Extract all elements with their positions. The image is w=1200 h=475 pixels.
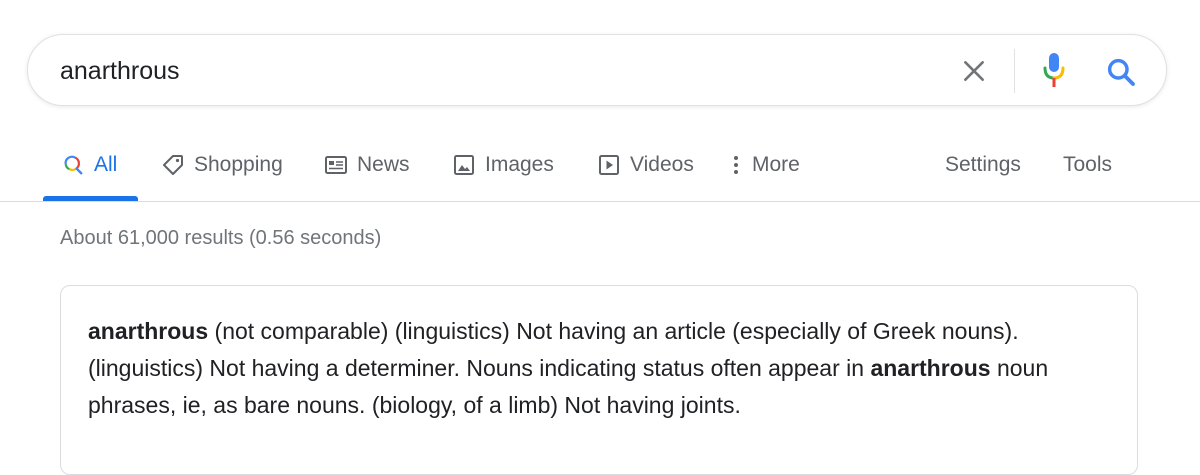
tab-more[interactable]: More [730,150,800,180]
tab-videos-label: Videos [630,153,694,176]
close-icon [964,61,984,81]
play-icon [596,152,622,178]
magnifier-icon [1107,58,1135,86]
microphone-icon [1043,53,1065,87]
tab-images[interactable]: Images [451,150,554,180]
result-stats: About 61,000 results (0.56 seconds) [60,227,382,249]
tab-tools-label: Tools [1063,153,1113,176]
tab-news-label: News [357,153,410,176]
definition-card: anarthrous (not comparable) (linguistics… [60,285,1138,475]
tab-all[interactable]: All [60,150,117,180]
tab-shopping-label: Shopping [194,153,283,176]
search-tabs: All Shopping News Images Videos More Set… [0,140,1200,202]
tab-more-label: More [752,153,800,176]
tab-videos[interactable]: Videos [596,150,694,180]
search-input[interactable] [60,53,920,89]
more-vert-icon [730,152,742,178]
tab-tools[interactable]: Tools [1063,150,1112,180]
tab-news[interactable]: News [323,150,410,180]
newspaper-icon [323,152,349,178]
tabs-divider [0,201,1200,202]
tab-shopping[interactable]: Shopping [160,150,283,180]
tab-settings[interactable]: Settings [945,150,1021,180]
search-button[interactable] [1102,53,1140,91]
voice-search-button[interactable] [1036,51,1072,91]
tab-images-label: Images [485,153,554,176]
tab-settings-label: Settings [945,153,1021,176]
definition-text: anarthrous (not comparable) (linguistics… [88,313,1118,424]
search-bar [27,34,1167,106]
image-icon [451,152,477,178]
search-bar-divider [1014,49,1015,93]
tab-all-label: All [94,153,118,176]
definition-term: anarthrous [88,318,209,344]
search-icon [60,152,86,178]
clear-search-button[interactable] [956,53,992,89]
definition-term-repeat: anarthrous [870,355,991,381]
tag-icon [160,152,186,178]
